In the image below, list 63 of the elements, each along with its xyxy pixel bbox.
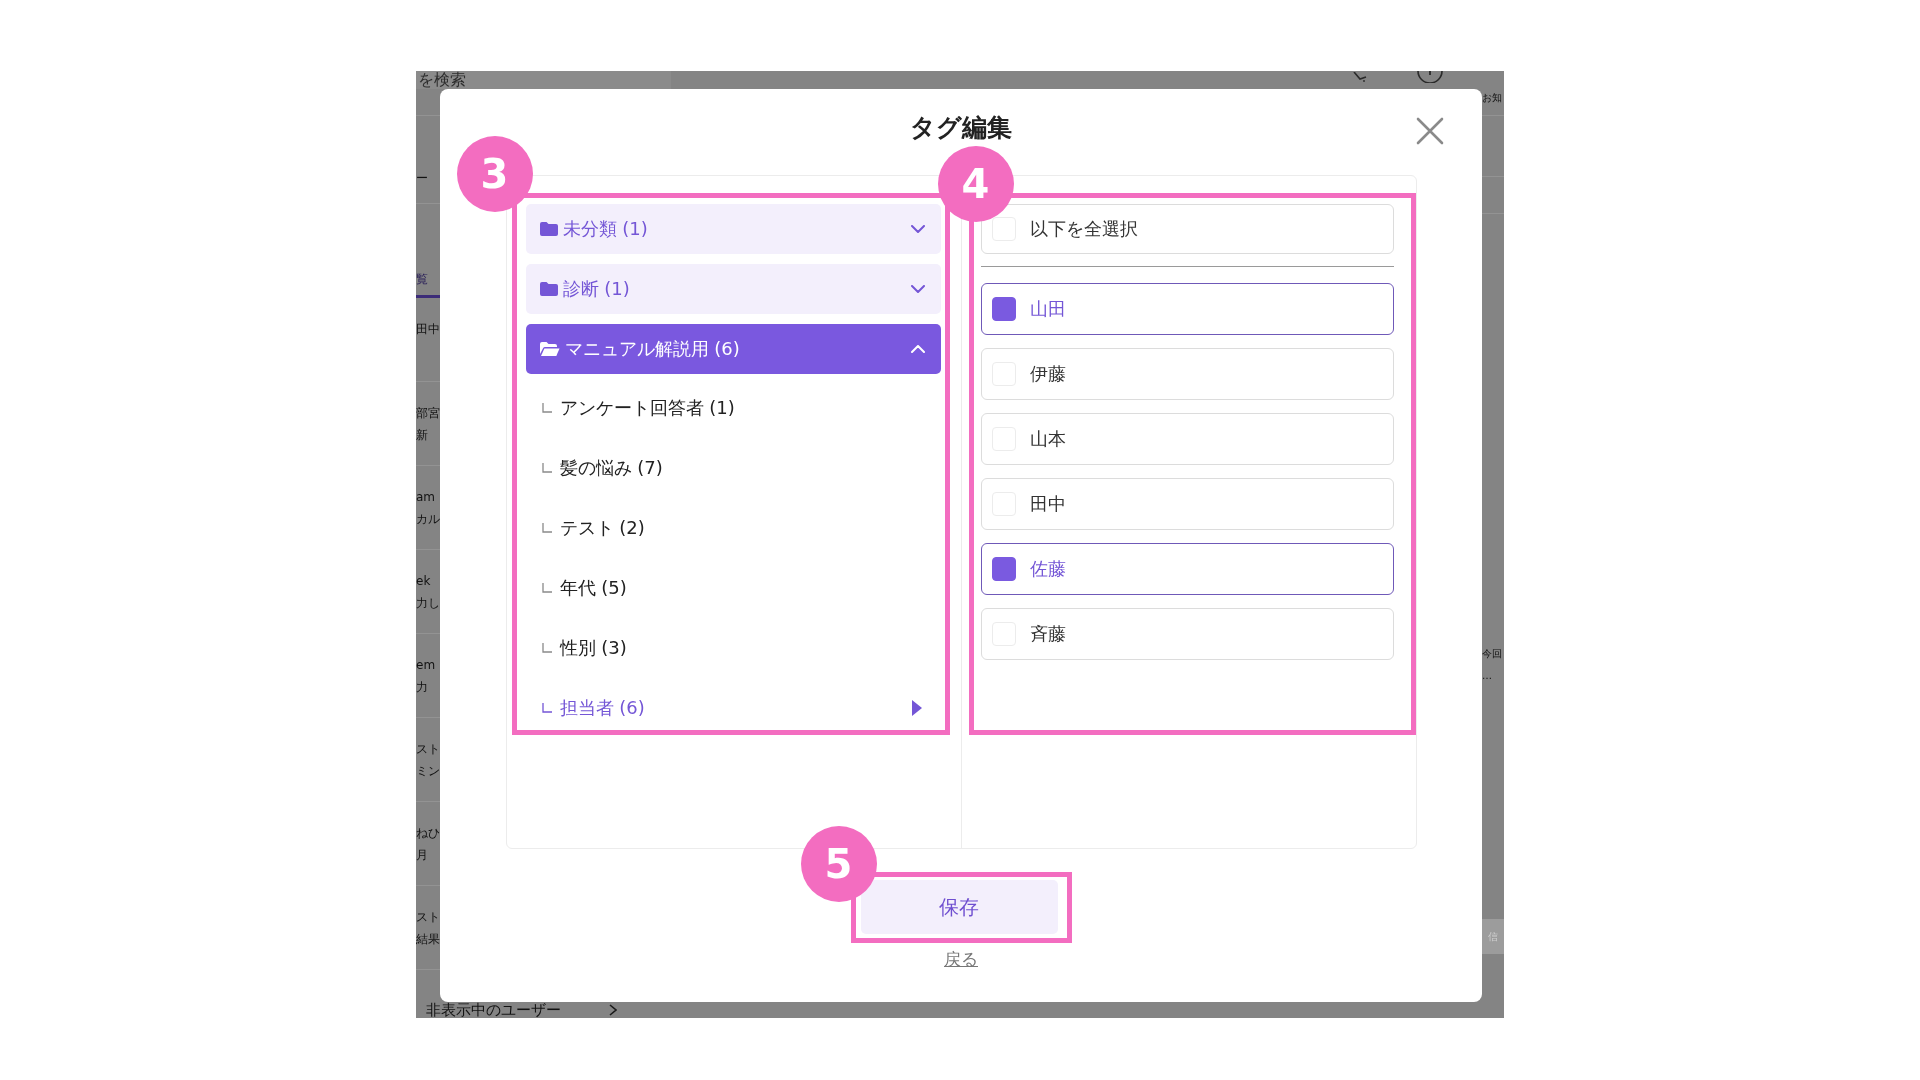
hidden-users-link[interactable]: 非表示中のユーザー — [426, 1002, 617, 1018]
dialog-title: タグ編集 — [910, 113, 1012, 143]
row-subtitle: 月 — [416, 847, 428, 864]
row-subtitle: ミン — [416, 763, 440, 780]
tag-group-header[interactable]: 診断 (1) — [525, 264, 941, 314]
row-title: 部宮 — [416, 405, 440, 422]
tag-item[interactable]: アンケート回答者 (1) — [525, 386, 941, 430]
step-badge: 4 — [937, 146, 1014, 222]
step-badge: 3 — [456, 136, 533, 212]
section-label: ー — [416, 170, 429, 187]
close-icon — [1416, 117, 1444, 145]
row-title: 田中 — [416, 321, 440, 338]
select-all-option[interactable]: 以下を全選択 — [980, 204, 1394, 254]
row-subtitle: 力し — [416, 595, 440, 612]
tag-item[interactable]: テスト (2) — [525, 506, 941, 550]
member-option[interactable]: 佐藤 — [980, 543, 1394, 595]
row-subtitle: 結果 — [416, 931, 440, 948]
member-option[interactable]: 斉藤 — [980, 608, 1394, 660]
chevron-down-icon — [910, 285, 925, 293]
save-button[interactable]: 保存 — [860, 880, 1058, 934]
row-title: am — [416, 489, 436, 506]
side-text: 今回 — [1482, 647, 1502, 661]
folder-icon — [539, 282, 558, 296]
row-subtitle: 力 — [416, 679, 428, 696]
step-badge: 5 — [800, 826, 877, 902]
tree-branch-icon — [541, 523, 552, 533]
tree-branch-icon — [541, 583, 552, 593]
chevron-down-icon — [910, 225, 925, 233]
tag-item[interactable]: 性別 (3) — [525, 626, 941, 670]
tag-group-header[interactable]: 未分類 (1) — [525, 204, 941, 254]
tag-group-header[interactable]: マニュアル解説用 (6) — [525, 324, 941, 374]
caret-right-icon — [911, 700, 922, 716]
tree-branch-icon — [541, 463, 552, 473]
tag-item[interactable]: 年代 (5) — [525, 566, 941, 610]
row-subtitle: カル — [416, 511, 440, 528]
checkbox[interactable] — [991, 557, 1016, 581]
row-title: スト — [416, 909, 440, 926]
search-field[interactable]: を検索 — [416, 71, 671, 89]
row-title: スト — [416, 741, 440, 758]
row-title: ek — [416, 573, 431, 590]
row-subtitle: 新 — [416, 427, 428, 444]
open-folder-icon — [539, 342, 560, 356]
close-button[interactable] — [1416, 117, 1444, 145]
member-option[interactable]: 伊藤 — [980, 348, 1394, 400]
back-link[interactable]: 戻る — [944, 947, 978, 971]
row-title: ねひ — [416, 825, 440, 842]
side-text: … — [1482, 669, 1492, 683]
tree-branch-icon — [541, 403, 552, 413]
chevron-right-icon — [609, 1004, 617, 1016]
member-option[interactable]: 田中 — [980, 478, 1394, 530]
tree-branch-icon — [541, 643, 552, 653]
tag-item[interactable]: 髪の悩み (7) — [525, 446, 941, 490]
tree-branch-icon — [541, 703, 552, 713]
member-option[interactable]: 山本 — [980, 413, 1394, 465]
tag-item[interactable]: 担当者 (6) — [525, 686, 941, 730]
info-icon — [1417, 71, 1443, 83]
row-title: em — [416, 657, 436, 674]
chevron-up-icon — [910, 345, 925, 353]
member-option[interactable]: 山田 — [980, 283, 1394, 335]
checkbox[interactable] — [991, 297, 1016, 321]
folder-icon — [539, 222, 558, 236]
notice-label: お知 — [1482, 92, 1503, 104]
megaphone-icon — [1353, 72, 1367, 82]
